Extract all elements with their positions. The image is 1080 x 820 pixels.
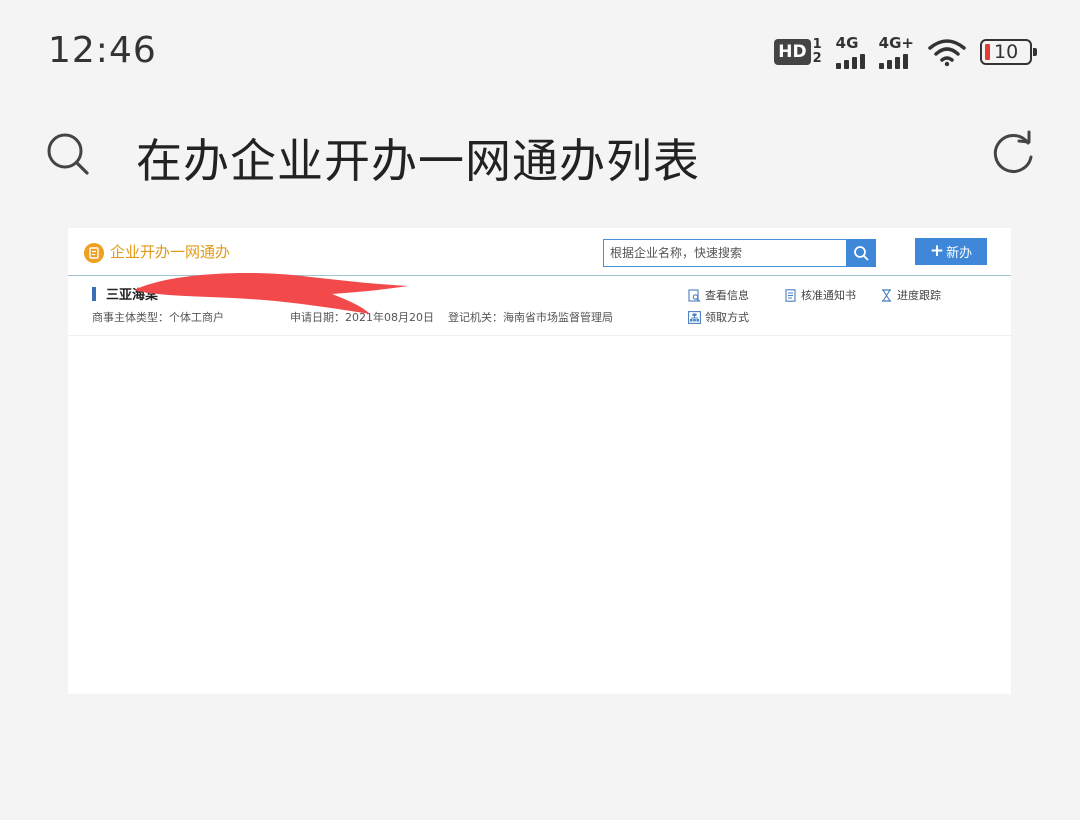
hd-sim-bottom: 2	[812, 51, 822, 66]
hd-sim-numbers: 1 2	[813, 38, 822, 66]
view-info-label: 查看信息	[705, 289, 749, 302]
battery-level: 10	[994, 41, 1019, 63]
status-icons: HD 1 2 4G 4G+ 10	[774, 32, 1037, 72]
search-icon	[854, 246, 869, 261]
page-title: 在办企业开办一网通办列表	[136, 134, 700, 188]
search-icon[interactable]	[44, 130, 92, 178]
web-content: 企业开办一网通办 + 新办 三亚海棠店 商事主体类型：个体工商户 申请日期：20…	[68, 228, 1011, 694]
screen: 12:46 HD 1 2 4G 4G+ 10 在办企业开办一网通办列表 企业开办…	[0, 0, 1080, 820]
pickup-method-label: 领取方式	[705, 311, 749, 324]
document-icon	[785, 288, 796, 302]
page-header: 企业开办一网通办 + 新办	[68, 228, 1011, 276]
hourglass-icon	[881, 288, 892, 302]
logo-icon	[84, 243, 104, 263]
search-button[interactable]	[846, 239, 876, 267]
progress-tracking-label: 进度跟踪	[897, 289, 941, 302]
pickup-method-link[interactable]: 领取方式	[688, 309, 749, 325]
signal-4g-plus-icon: 4G+	[878, 34, 914, 69]
hd-label: HD	[774, 39, 811, 65]
hd-icon: HD 1 2	[774, 38, 822, 66]
registration-authority: 登记机关：海南省市场监督管理局	[448, 311, 613, 324]
progress-tracking-link[interactable]: 进度跟踪	[880, 287, 941, 303]
signal-bars-2	[878, 53, 908, 69]
hd-sim-top: 1	[812, 37, 822, 52]
wifi-icon	[928, 39, 966, 67]
battery-fill	[985, 44, 990, 60]
plus-icon: +	[929, 241, 945, 261]
view-info-link[interactable]: 查看信息	[688, 287, 749, 303]
signal-bars-1	[835, 53, 865, 69]
network-label-2: 4G+	[878, 34, 914, 52]
signal-4g-icon: 4G	[835, 34, 865, 69]
app-title: 企业开办一网通办	[110, 243, 231, 261]
new-application-button[interactable]: + 新办	[915, 238, 987, 265]
battery-icon: 10	[980, 39, 1037, 65]
status-bar: 12:46 HD 1 2 4G 4G+ 10	[0, 0, 1080, 100]
approval-notice-label: 核准通知书	[801, 289, 856, 302]
new-button-label: 新办	[946, 246, 973, 261]
document-search-icon	[688, 288, 701, 302]
company-search-input[interactable]	[603, 239, 847, 267]
sitemap-icon	[688, 310, 701, 324]
status-time: 12:46	[48, 30, 157, 71]
approval-notice-link[interactable]: 核准通知书	[784, 287, 856, 303]
row-marker	[92, 287, 96, 301]
refresh-icon[interactable]	[988, 129, 1038, 179]
network-label-1: 4G	[835, 34, 859, 52]
redaction-scribble	[134, 272, 408, 314]
